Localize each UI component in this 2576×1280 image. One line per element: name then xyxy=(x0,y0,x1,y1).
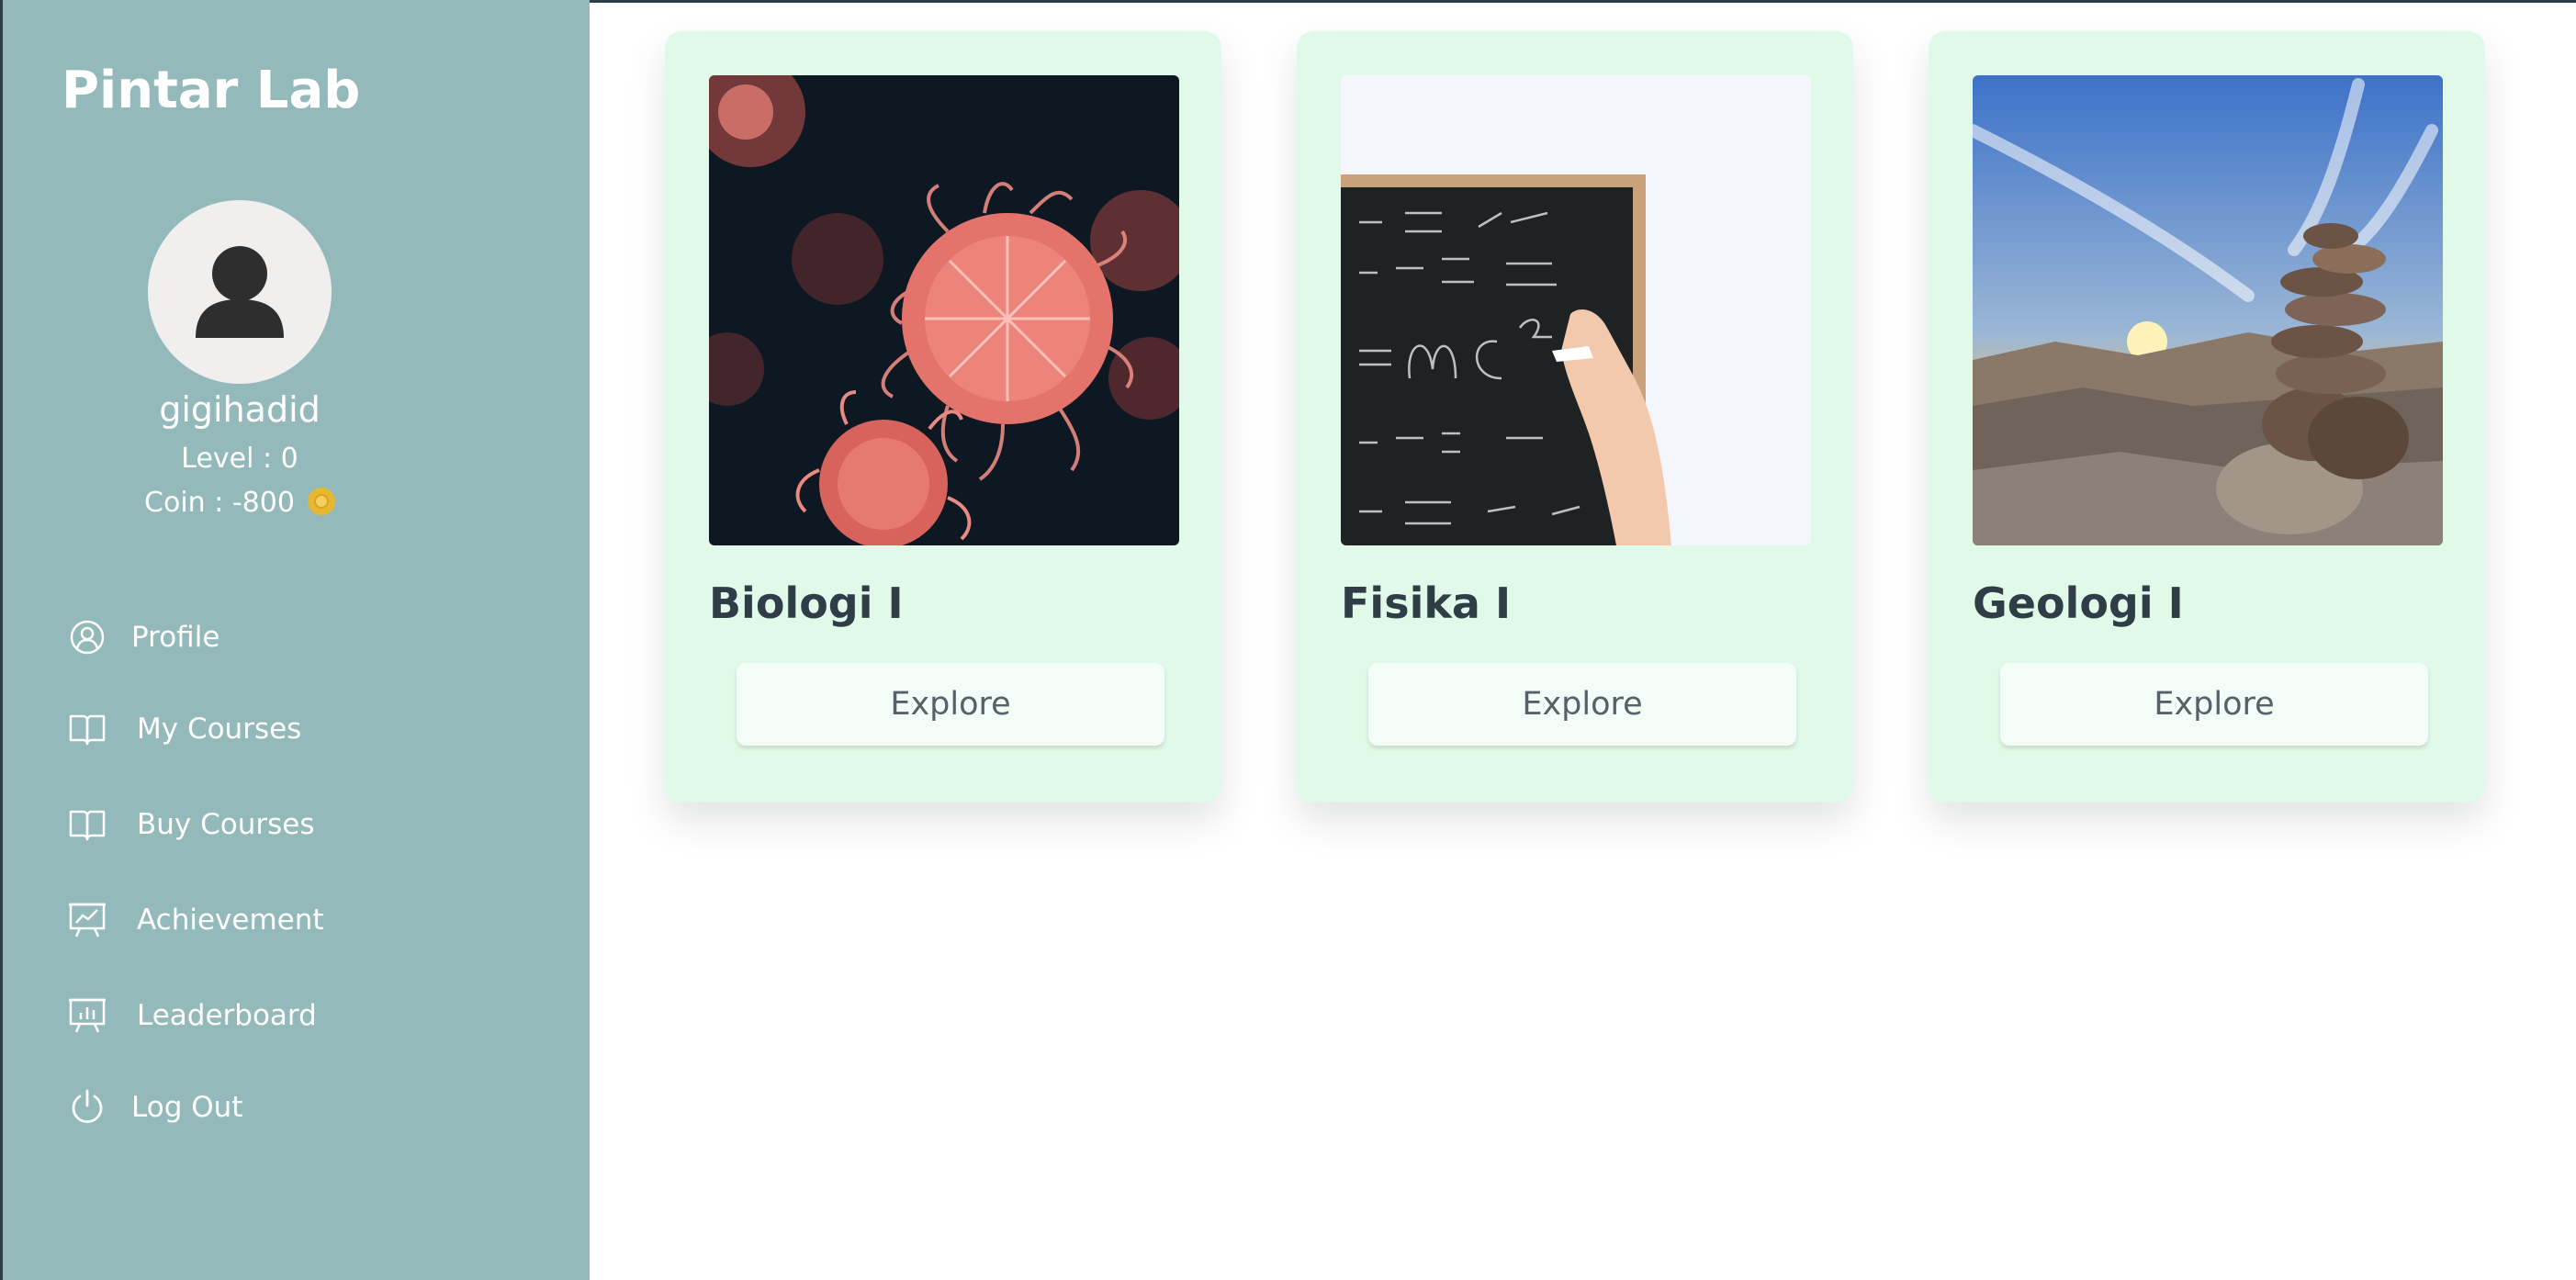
course-title: Geologi I xyxy=(1973,578,2184,628)
book-open-icon xyxy=(67,709,107,749)
user-silhouette-icon xyxy=(196,246,284,338)
avatar[interactable] xyxy=(148,200,332,384)
sidebar-item-my-courses[interactable]: My Courses xyxy=(67,702,301,757)
coin-icon xyxy=(307,488,335,515)
course-grid: Biologi I Explore Fisika I Explore Geolo… xyxy=(590,0,2576,1280)
explore-button[interactable]: Explore xyxy=(2000,663,2428,746)
sidebar-item-label: Achievement xyxy=(137,904,324,937)
sidebar-item-label: Buy Courses xyxy=(137,808,315,841)
explore-button[interactable]: Explore xyxy=(737,663,1164,746)
sidebar: Pintar Lab gigihadid Level : 0 Coin : -8… xyxy=(0,0,590,1280)
sidebar-item-label: Leaderboard xyxy=(137,999,317,1032)
sidebar-item-buy-courses[interactable]: Buy Courses xyxy=(67,797,315,852)
presentation-chart-icon xyxy=(67,900,107,940)
coin-text: Coin : -800 xyxy=(144,487,295,519)
user-level: Level : 0 xyxy=(181,443,298,475)
user-circle-icon xyxy=(67,617,107,657)
explore-button[interactable]: Explore xyxy=(1368,663,1796,746)
presentation-bars-icon xyxy=(67,995,107,1036)
course-thumbnail-chalkboard[interactable] xyxy=(1341,75,1811,545)
course-thumbnail-jellyfish[interactable] xyxy=(709,75,1179,545)
user-coins: Coin : -800 xyxy=(3,487,477,519)
username: gigihadid xyxy=(159,389,321,430)
sidebar-item-log-out[interactable]: Log Out xyxy=(67,1080,242,1135)
brand-logo[interactable]: Pintar Lab xyxy=(62,61,360,120)
sidebar-item-label: Profile xyxy=(131,621,220,654)
sidebar-item-label: My Courses xyxy=(137,713,302,746)
course-title: Fisika I xyxy=(1341,578,1512,628)
course-thumbnail-rock-cairn[interactable] xyxy=(1973,75,2443,545)
sidebar-item-achievement[interactable]: Achievement xyxy=(67,893,324,948)
course-card-fisika: Fisika I Explore xyxy=(1297,31,1853,803)
course-card-geologi: Geologi I Explore xyxy=(1929,31,2485,803)
course-title: Biologi I xyxy=(709,578,904,628)
course-card-biologi: Biologi I Explore xyxy=(665,31,1221,803)
sidebar-item-label: Log Out xyxy=(131,1091,243,1124)
sidebar-item-leaderboard[interactable]: Leaderboard xyxy=(67,988,317,1043)
power-icon xyxy=(67,1087,107,1128)
book-open-icon xyxy=(67,804,107,845)
sidebar-item-profile[interactable]: Profile xyxy=(67,610,219,665)
